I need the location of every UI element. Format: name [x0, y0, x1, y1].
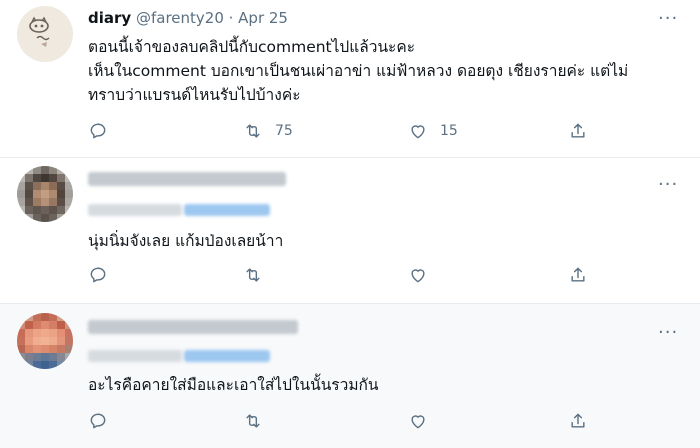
author-handle-date[interactable]: @farenty20 · Apr 25	[136, 9, 288, 27]
blurred-author-name	[88, 320, 298, 334]
avatar-blurred[interactable]	[17, 166, 73, 222]
like-button[interactable]: 15	[408, 120, 458, 142]
tweet-3-text: อะไรคือคายใส่มือและเอาใส่ไปในนั้นรวมกัน	[88, 373, 678, 397]
more-icon[interactable]: ···	[658, 324, 677, 342]
pixelated-avatar	[17, 313, 73, 369]
more-icon[interactable]: ···	[658, 176, 677, 194]
pixelated-avatar	[17, 166, 73, 222]
retweet-button[interactable]: 75	[243, 120, 293, 142]
reply-button[interactable]	[88, 264, 108, 286]
share-button[interactable]	[568, 410, 588, 432]
like-count: 15	[440, 123, 458, 139]
reply-icon	[90, 267, 106, 283]
retweet-icon	[246, 414, 260, 428]
tweet-text-line: นุ่มนิ่มจังเลย แก้มป่องเลยน้าา	[88, 232, 284, 250]
tweet-text-line: ทราบว่าแบรนด์ไหนรับไปบ้างค่ะ	[88, 86, 301, 104]
retweet-icon	[246, 124, 260, 138]
reply-icon	[90, 123, 106, 139]
tweet-1-actions: 75 15	[88, 120, 588, 142]
heart-icon	[411, 415, 425, 429]
retweet-icon	[246, 268, 260, 282]
tweet-text-line: ตอนนี้เจ้าของลบคลิปนี้กับcommentไปแล้วนะ…	[88, 38, 416, 56]
share-button[interactable]	[568, 120, 588, 142]
share-icon	[571, 413, 585, 428]
blurred-mention	[184, 350, 270, 362]
avatar-diary[interactable]	[17, 6, 73, 62]
more-icon[interactable]: ···	[658, 10, 677, 28]
author-name[interactable]: diary	[88, 9, 131, 27]
avatar-blurred[interactable]	[17, 313, 73, 369]
tweet-text-line: อะไรคือคายใส่มือและเอาใส่ไปในนั้นรวมกัน	[88, 376, 379, 394]
reply-button[interactable]	[88, 410, 108, 432]
reply-icon	[90, 413, 106, 429]
tweet-3-actions	[88, 410, 588, 432]
heart-icon	[411, 269, 425, 283]
share-icon	[571, 123, 585, 138]
share-icon	[571, 267, 585, 282]
cat-avatar-icon	[17, 6, 73, 62]
blurred-reply-context	[88, 204, 182, 216]
tweet-2-text: นุ่มนิ่มจังเลย แก้มป่องเลยน้าา	[88, 229, 678, 253]
tweet-text-line: เห็นในcomment บอกเขาเป็นชนเผ่าอาข่า แม่ฟ…	[88, 62, 629, 80]
heart-icon	[411, 125, 425, 139]
tweet-1-text: ตอนนี้เจ้าของลบคลิปนี้กับcommentไปแล้วนะ…	[88, 35, 678, 107]
reply-button[interactable]	[88, 120, 108, 142]
blurred-author-name	[88, 172, 286, 186]
retweet-count: 75	[275, 123, 293, 139]
retweet-button[interactable]	[243, 410, 275, 432]
retweet-button[interactable]	[243, 264, 275, 286]
blurred-reply-context	[88, 350, 182, 362]
blurred-mention	[184, 204, 270, 216]
share-button[interactable]	[568, 264, 588, 286]
like-button[interactable]	[408, 264, 440, 286]
tweet-2-actions	[88, 264, 588, 286]
like-button[interactable]	[408, 410, 440, 432]
tweet-1-header: diary @farenty20 · Apr 25	[88, 9, 288, 27]
